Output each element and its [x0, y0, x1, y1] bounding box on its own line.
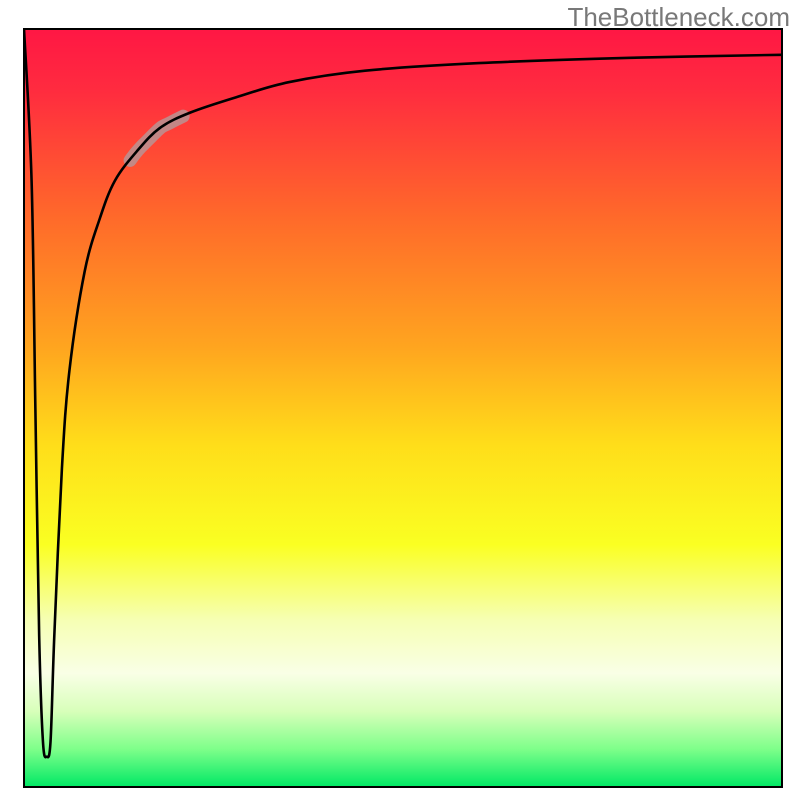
- chart-stage: TheBottleneck.com: [0, 0, 800, 800]
- watermark-text: TheBottleneck.com: [567, 2, 790, 33]
- bottleneck-chart: [0, 0, 800, 800]
